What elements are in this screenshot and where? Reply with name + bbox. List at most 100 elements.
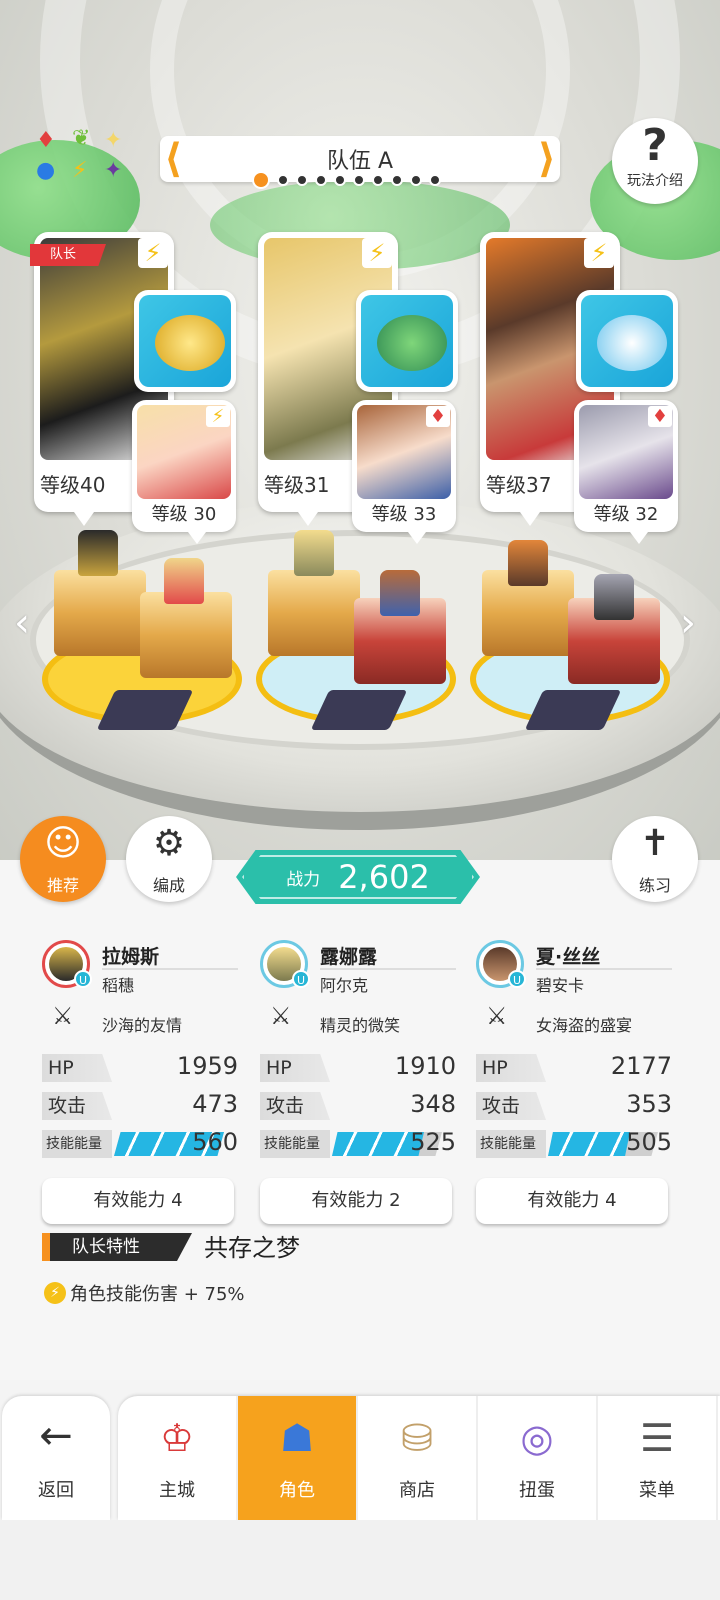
member-sub-name: 阿尔克 [320,976,369,995]
shop-icon: ⛁ [401,1416,433,1460]
diamond-icon: ♦ [426,406,450,427]
member-sub-name: 碧安卡 [536,976,585,995]
character-level: 等级31 [264,473,330,497]
nav-menu[interactable]: ☰ 菜单 [598,1396,718,1520]
sparkle-icon: ✦ [104,128,123,153]
help-button[interactable]: ? 玩法介绍 [612,118,698,204]
team-page-dots[interactable] [252,171,462,189]
leader-skill-name: 共存之梦 [204,1234,300,1262]
circle-icon: ● [36,158,56,183]
u-badge-icon: U [74,970,92,988]
character-level: 等级37 [486,473,552,497]
formation-button[interactable]: ⚙ 编成 [126,816,212,902]
nav-town[interactable]: ♔ 主城 [118,1396,238,1520]
sub-character-card-2[interactable]: ♦ 等级 33 [352,400,456,544]
atk-stat: 攻击 348 [260,1090,456,1120]
character-icon: ☗ [279,1416,315,1460]
u-badge-icon: U [508,970,526,988]
prev-team-arrow[interactable]: ‹ [14,600,30,646]
bolt-icon: ⚡ [206,406,230,427]
page-dot[interactable] [334,174,346,186]
page-dot[interactable] [410,174,422,186]
weapon-card-1[interactable] [134,290,236,392]
member-name: 夏·丝丝 [536,946,601,968]
weapon-card-2[interactable] [356,290,458,392]
arrow-left-icon: ← [39,1413,73,1459]
recommend-button[interactable]: ☺ 推荐 [20,816,106,902]
pedestal-block [268,570,360,656]
atk-stat: 攻击 473 [42,1090,238,1120]
bottom-nav: ← 返回 ♔ 主城 ☗ 角色 ⛁ 商店 ◎ 扭蛋 ☰ 菜单 [0,1390,720,1520]
sub-character-level: 等级 33 [371,504,437,525]
page-dot[interactable] [353,174,365,186]
ship-weapon-icon [597,315,667,371]
bolt-icon: ⚡ [584,238,614,268]
page-dot[interactable] [296,174,308,186]
pedestal-block [140,592,232,678]
sub-character-card-1[interactable]: ⚡ 等级 30 [132,400,236,544]
star-icon: ✦ [104,158,123,183]
nav-character[interactable]: ☗ 角色 [238,1396,358,1520]
prev-team-chevron-icon[interactable]: ⟨ [164,136,182,182]
next-team-arrow[interactable]: › [680,600,696,646]
ability-button[interactable]: 有效能力 2 [260,1178,452,1224]
diamond-icon: ♦ [648,406,672,427]
team-title: 队伍 A [326,149,394,174]
ability-button[interactable]: 有效能力 4 [42,1178,234,1224]
back-button[interactable]: ← 返回 [2,1396,110,1520]
character-sprite[interactable] [380,570,420,616]
recommend-icon: ☺ [44,823,82,864]
member-sub-name: 稻穗 [102,976,135,995]
sub-character-level: 等级 32 [593,504,659,525]
character-sprite[interactable] [594,574,634,620]
ability-button[interactable]: 有效能力 4 [476,1178,668,1224]
nav-shop[interactable]: ⛁ 商店 [358,1396,478,1520]
help-label: 玩法介绍 [627,173,683,189]
dummy-icon: ✝ [639,823,671,864]
diamond-icon: ♦ [36,128,56,153]
member-name: 露娜露 [320,946,378,968]
gold-weapon-icon [155,315,225,371]
question-mark-icon: ? [642,120,668,171]
hp-stat: HP 2177 [476,1052,672,1082]
element-chart[interactable]: ♦ ❦ ✦ ● ⚡ ✦ [34,126,128,188]
practice-button[interactable]: ✝ 练习 [612,816,698,902]
character-level: 等级40 [40,473,106,497]
green-weapon-icon [377,315,447,371]
leader-skill-effect: ⚡ 角色技能伤害 + 75% [44,1280,245,1306]
weapon-icon: ⚔ [52,1002,74,1030]
sub-character-card-3[interactable]: ♦ 等级 32 [574,400,678,544]
character-sprite[interactable] [294,530,334,576]
bolt-icon: ⚡ [138,238,168,268]
leaf-icon: ❦ [72,126,91,151]
energy-stat: 技能能量 505 [476,1128,672,1158]
nav-gacha[interactable]: ◎ 扭蛋 [478,1396,598,1520]
page-dot[interactable] [372,174,384,186]
weapon-icon: ⚔ [270,1002,292,1030]
weapon-card-3[interactable] [576,290,678,392]
character-sprite[interactable] [78,530,118,576]
leader-skill-label: 队长特性 [42,1233,192,1261]
character-sprite[interactable] [508,540,548,586]
menu-icon: ☰ [639,1416,675,1460]
page-dot[interactable] [277,174,289,186]
next-team-chevron-icon[interactable]: ⟩ [538,136,556,182]
leader-tag: 队长 [30,244,106,266]
bolt-icon: ⚡ [362,238,392,268]
energy-bar [548,1132,630,1156]
page-dot[interactable] [315,174,327,186]
page-dot[interactable] [252,171,270,189]
member-name: 拉姆斯 [102,946,160,968]
character-sprite[interactable] [164,558,204,604]
hp-stat: HP 1959 [42,1052,238,1082]
weapon-name: 精灵的微笑 [320,1016,401,1035]
page-dot[interactable] [429,174,441,186]
hp-stat: HP 1910 [260,1052,456,1082]
pedestal-block [54,570,146,656]
energy-stat: 技能能量 525 [260,1128,456,1158]
energy-stat: 技能能量 560 [42,1128,238,1158]
gacha-icon: ◎ [520,1416,554,1460]
page-dot[interactable] [391,174,403,186]
bolt-icon: ⚡ [72,158,88,183]
bolt-icon: ⚡ [44,1282,66,1304]
